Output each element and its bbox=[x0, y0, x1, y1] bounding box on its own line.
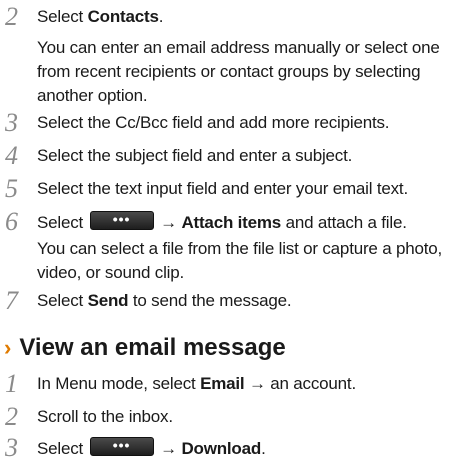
more-dots-icon: ••• bbox=[112, 437, 131, 453]
email-label: Email bbox=[200, 374, 245, 393]
section-title: View an email message bbox=[19, 334, 286, 361]
section-heading: › View an email message bbox=[4, 334, 286, 362]
step-number: 4 bbox=[5, 141, 18, 170]
step-number: 3 bbox=[5, 433, 18, 462]
chevron-right-icon: › bbox=[4, 335, 12, 360]
more-options-button[interactable]: ••• bbox=[89, 211, 154, 230]
step-number: 7 bbox=[5, 286, 18, 315]
attach-items-label: Attach items bbox=[181, 213, 282, 232]
step-text: Select the text input field and enter yo… bbox=[37, 179, 408, 198]
step-text: Select the Cc/Bcc field and add more rec… bbox=[37, 113, 390, 132]
step-text: Select ••• → Download. bbox=[37, 437, 266, 458]
step-number: 1 bbox=[5, 369, 18, 398]
send-label: Send bbox=[87, 291, 129, 310]
step-text: In Menu mode, select Email → an account. bbox=[37, 374, 356, 393]
step-number: 2 bbox=[5, 2, 18, 31]
more-options-button[interactable]: ••• bbox=[89, 437, 154, 456]
step-number: 5 bbox=[5, 174, 18, 203]
step-text: Select Send to send the message. bbox=[37, 291, 292, 310]
more-dots-icon: ••• bbox=[112, 211, 131, 227]
step-text: Scroll to the inbox. bbox=[37, 407, 173, 426]
contacts-label: Contacts bbox=[87, 7, 159, 26]
step-subtext: You can enter an email address manually … bbox=[37, 38, 440, 105]
step-number: 6 bbox=[5, 207, 18, 236]
download-label: Download bbox=[181, 439, 262, 458]
step-text: Select Contacts. bbox=[37, 7, 164, 26]
step-text: Select the subject field and enter a sub… bbox=[37, 146, 353, 165]
step-number: 3 bbox=[5, 108, 18, 137]
step-subtext: You can select a file from the file list… bbox=[37, 239, 443, 282]
step-text: Select ••• → Attach items and attach a f… bbox=[37, 211, 407, 232]
step-number: 2 bbox=[5, 402, 18, 431]
